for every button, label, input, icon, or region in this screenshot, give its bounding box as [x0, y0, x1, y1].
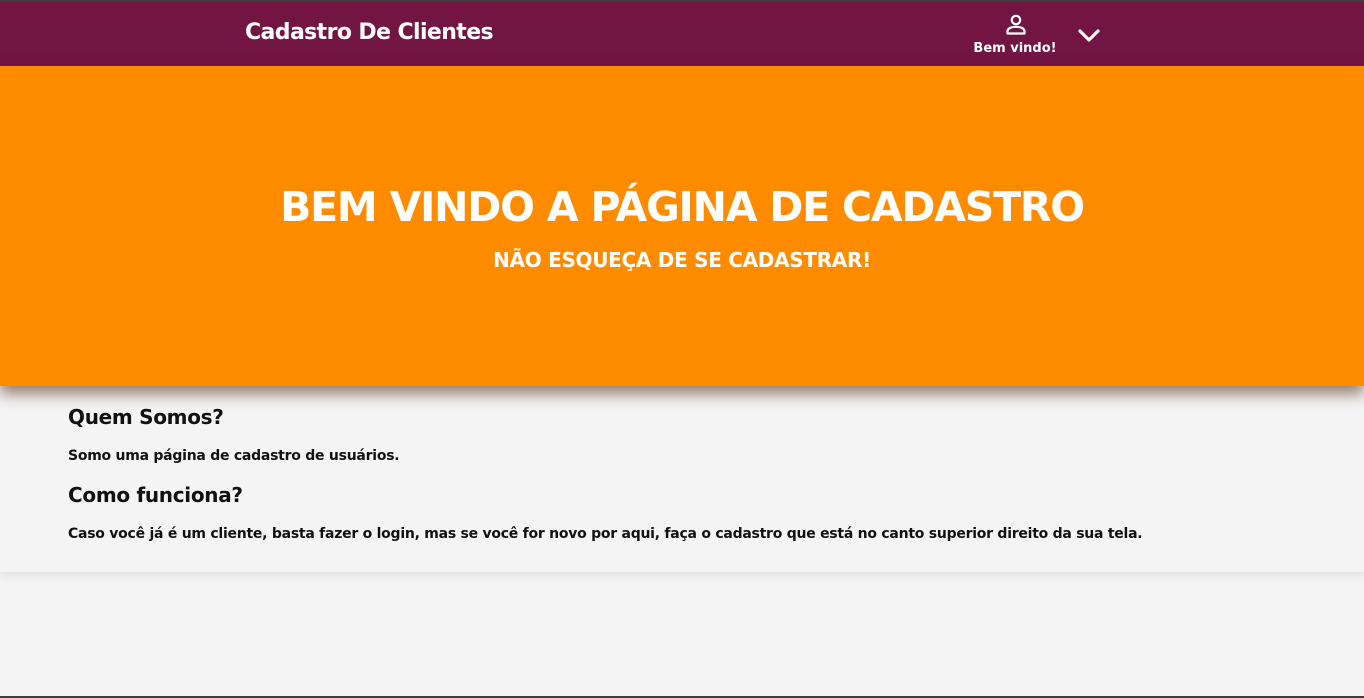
hero-title: BEM VINDO A PÁGINA DE CADASTRO	[280, 183, 1085, 231]
content-section: Quem Somos? Somo uma página de cadastro …	[0, 386, 1364, 572]
about-title: Quem Somos?	[68, 405, 224, 429]
user-menu-button[interactable]: Bem vindo!	[968, 10, 1064, 62]
how-it-works-text: Caso você já é um cliente, basta fazer o…	[68, 526, 1143, 542]
brand-title[interactable]: Cadastro De Clientes	[245, 18, 494, 48]
person-icon	[1006, 14, 1026, 35]
chevron-down-icon[interactable]	[1076, 24, 1102, 46]
hero-subtitle: NÃO ESQUEÇA DE SE CADASTRAR!	[493, 248, 871, 272]
page: Cadastro De Clientes Bem vindo! BEM VIND…	[0, 0, 1364, 698]
hero-banner: BEM VINDO A PÁGINA DE CADASTRO NÃO ESQUE…	[0, 66, 1364, 386]
user-greeting: Bem vindo!	[973, 41, 1057, 56]
navbar: Cadastro De Clientes Bem vindo!	[0, 2, 1364, 66]
about-text: Somo uma página de cadastro de usuários.	[68, 448, 400, 464]
how-it-works-title: Como funciona?	[68, 483, 243, 507]
